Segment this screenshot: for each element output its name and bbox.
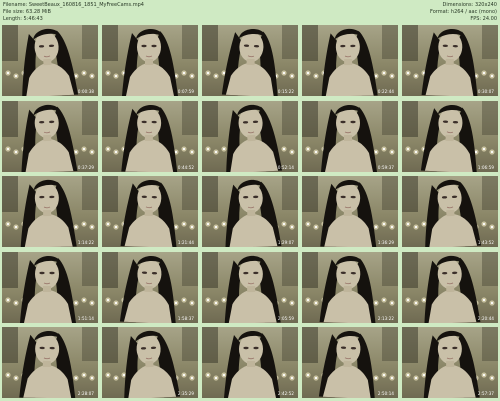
- timestamp-label: 2:35:29: [177, 391, 194, 396]
- timestamp-label: 0:15:22: [277, 89, 294, 94]
- video-frame-thumbnail[interactable]: 0:00:38: [2, 25, 98, 96]
- video-frame-thumbnail[interactable]: 1:14:22: [2, 176, 98, 247]
- filesize-text: File size: 63.28 MiB: [3, 9, 51, 15]
- frame-image: [102, 176, 198, 247]
- video-frame-thumbnail[interactable]: 1:43:52: [402, 176, 498, 247]
- video-frame-thumbnail[interactable]: 1:51:14: [2, 251, 98, 323]
- video-frame-thumbnail[interactable]: 2:05:59: [202, 251, 298, 323]
- frame-image: [402, 327, 498, 398]
- frame-image: [202, 327, 298, 398]
- video-frame-thumbnail[interactable]: 0:30:07: [402, 25, 498, 96]
- timestamp-label: 1:29:07: [277, 240, 294, 245]
- timestamp-label: 2:50:14: [377, 391, 394, 396]
- timestamp-label: 0:07:59: [177, 89, 194, 94]
- video-frame-thumbnail[interactable]: 2:13:22: [302, 251, 398, 323]
- video-frame-thumbnail[interactable]: 2:28:07: [2, 327, 98, 398]
- timestamp-label: 2:13:22: [377, 315, 394, 321]
- format-text: Format: h264 / aac (mono): [430, 9, 497, 15]
- contact-sheet: Filename: SweetBeaux_160816_1851_MyFreeC…: [0, 0, 500, 401]
- frame-image: [2, 176, 98, 247]
- timestamp-label: 2:28:07: [77, 391, 94, 396]
- frame-image: [402, 251, 498, 323]
- timestamp-label: 2:42:52: [277, 391, 294, 396]
- frame-image: [202, 251, 298, 323]
- timestamp-label: 0:59:37: [377, 164, 394, 170]
- frame-image: [302, 251, 398, 323]
- frame-image: [202, 176, 298, 247]
- video-frame-thumbnail[interactable]: 0:52:14: [202, 100, 298, 172]
- video-frame-thumbnail[interactable]: 2:50:14: [302, 327, 398, 398]
- frame-image: [302, 100, 398, 172]
- length-text: Length: 5:46:43: [3, 16, 43, 22]
- timestamp-label: 1:58:37: [177, 315, 194, 321]
- video-frame-thumbnail[interactable]: 2:42:52: [202, 327, 298, 398]
- video-frame-thumbnail[interactable]: 2:57:37: [402, 327, 498, 398]
- frame-image: [102, 251, 198, 323]
- file-info-left: Filename: SweetBeaux_160816_1851_MyFreeC…: [3, 2, 144, 23]
- timestamp-label: 1:06:59: [477, 164, 494, 170]
- frame-image: [302, 176, 398, 247]
- video-frame-thumbnail[interactable]: 1:58:37: [102, 251, 198, 323]
- file-info-right: Dimensions: 320x240 Format: h264 / aac (…: [430, 2, 497, 23]
- video-frame-thumbnail[interactable]: 2:20:44: [402, 251, 498, 323]
- timestamp-label: 0:52:14: [277, 164, 294, 170]
- timestamp-label: 0:30:07: [477, 89, 494, 94]
- frame-image: [102, 327, 198, 398]
- timestamp-label: 2:20:44: [477, 315, 494, 321]
- timestamp-label: 0:37:29: [77, 164, 94, 170]
- timestamp-label: 2:57:37: [477, 391, 494, 396]
- timestamp-label: 0:44:52: [177, 164, 194, 170]
- video-frame-thumbnail[interactable]: 1:29:07: [202, 176, 298, 247]
- frame-image: [402, 25, 498, 96]
- fps-text: FPS: 24.00: [470, 16, 497, 22]
- frame-image: [102, 25, 198, 96]
- timestamp-label: 0:00:38: [77, 89, 94, 94]
- timestamp-label: 1:21:44: [177, 240, 194, 245]
- timestamp-label: 2:05:59: [277, 315, 294, 321]
- frame-image: [102, 100, 198, 172]
- filename-text: Filename: SweetBeaux_160816_1851_MyFreeC…: [3, 2, 144, 8]
- video-frame-thumbnail[interactable]: 2:35:29: [102, 327, 198, 398]
- timestamp-label: 1:14:22: [77, 240, 94, 245]
- frame-image: [2, 100, 98, 172]
- video-frame-thumbnail[interactable]: 1:21:44: [102, 176, 198, 247]
- video-frame-thumbnail[interactable]: 0:22:44: [302, 25, 398, 96]
- thumbnail-grid: 0:00:38 0:07:59 0:15:22 0:22:44 0:30:07 …: [0, 25, 500, 398]
- frame-image: [202, 25, 298, 96]
- video-frame-thumbnail[interactable]: 1:06:59: [402, 100, 498, 172]
- frame-image: [2, 251, 98, 323]
- frame-image: [302, 327, 398, 398]
- timestamp-label: 0:22:44: [377, 89, 394, 94]
- video-frame-thumbnail[interactable]: 0:37:29: [2, 100, 98, 172]
- frame-image: [202, 100, 298, 172]
- dimensions-text: Dimensions: 320x240: [442, 2, 497, 8]
- frame-image: [302, 25, 398, 96]
- video-frame-thumbnail[interactable]: 0:44:52: [102, 100, 198, 172]
- timestamp-label: 1:36:29: [377, 240, 394, 245]
- timestamp-label: 1:43:52: [477, 240, 494, 245]
- video-frame-thumbnail[interactable]: 0:07:59: [102, 25, 198, 96]
- timestamp-label: 1:51:14: [77, 315, 94, 321]
- video-frame-thumbnail[interactable]: 1:36:29: [302, 176, 398, 247]
- video-frame-thumbnail[interactable]: 0:15:22: [202, 25, 298, 96]
- frame-image: [402, 176, 498, 247]
- frame-image: [2, 327, 98, 398]
- frame-image: [2, 25, 98, 96]
- file-info-header: Filename: SweetBeaux_160816_1851_MyFreeC…: [0, 0, 500, 24]
- frame-image: [402, 100, 498, 172]
- video-frame-thumbnail[interactable]: 0:59:37: [302, 100, 398, 172]
